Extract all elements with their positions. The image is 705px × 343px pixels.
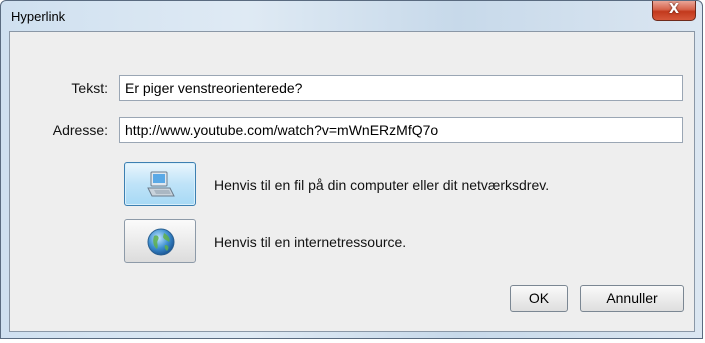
link-to-internet-button[interactable] [124,219,196,263]
link-to-internet-label: Henvis til en internetressource. [214,234,407,250]
computer-icon [147,171,175,197]
globe-icon [147,228,175,256]
address-field[interactable]: http://www.youtube.com/watch?v=mWnERzMfQ… [119,117,683,143]
text-field[interactable]: Er piger venstreorienterede? [119,75,683,101]
text-label: Tekst: [71,80,108,96]
dialog-window: Hyperlink X Tekst: Er piger venstreorien… [0,0,703,339]
ok-button[interactable]: OK [510,285,568,312]
title-bar[interactable]: Hyperlink X [1,1,704,31]
address-label: Adresse: [52,122,108,138]
cancel-button[interactable]: Annuller [580,285,684,312]
close-icon: X [668,2,680,17]
link-to-file-button[interactable] [124,162,196,206]
close-button[interactable]: X [652,1,696,21]
dialog-content: Tekst: Er piger venstreorienterede? Adre… [9,31,695,332]
dialog-title: Hyperlink [11,9,66,24]
link-to-file-label: Henvis til en fil på din computer eller … [214,177,550,193]
